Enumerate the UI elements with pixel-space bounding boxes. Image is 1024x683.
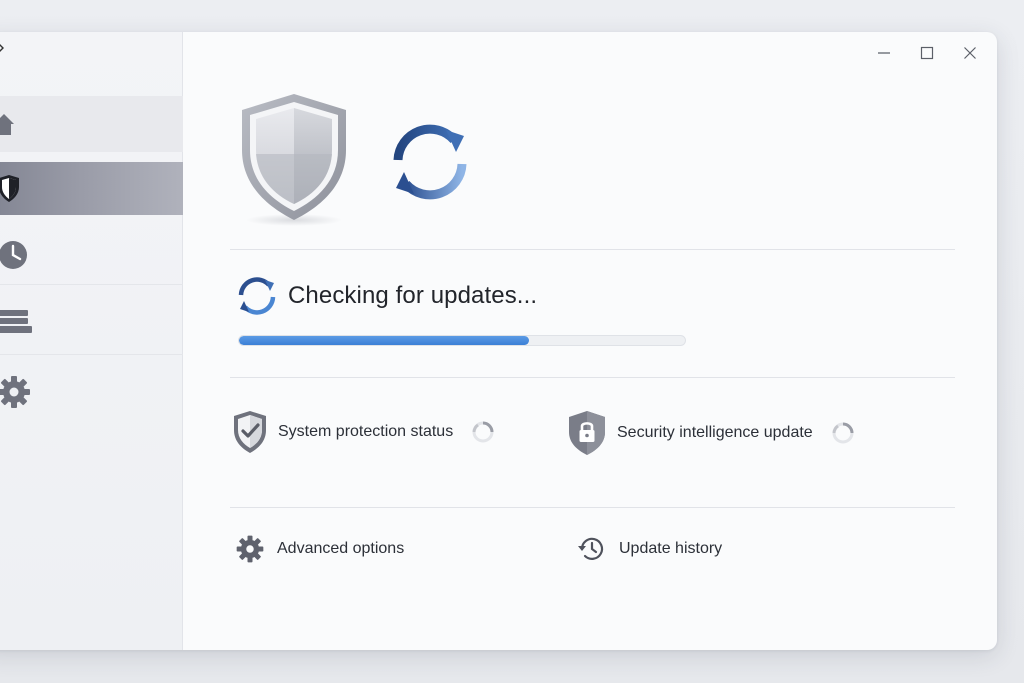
maximize-button[interactable] [919,45,935,61]
loading-spinner-icon [832,422,854,444]
divider [230,249,955,250]
sidebar-item-library[interactable] [0,289,183,355]
sync-icon [393,124,467,200]
minimize-button[interactable] [876,45,892,61]
sync-small-icon [238,277,276,315]
check-label: Security intelligence update [617,424,813,441]
shield-icon [0,174,19,202]
close-button[interactable] [962,45,978,61]
main-panel: Checking for updates... System protectio… [183,32,997,650]
gear-icon [236,535,264,563]
status-header: Checking for updates... [236,275,537,317]
app-window: Checking for updates... System protectio… [0,32,997,650]
sidebar-item-protection[interactable] [0,162,183,215]
link-label: Update history [619,540,723,557]
history-icon [578,537,604,560]
gear-icon [0,376,30,408]
hero-shield-icon [242,94,346,226]
sidebar-item-history[interactable] [0,225,183,285]
update-history-link[interactable]: Update history [577,534,722,564]
corner-glyph-icon [0,44,4,52]
library-icon [0,309,32,333]
shield-check-icon [234,411,266,453]
shield-lock-icon [569,411,605,455]
sidebar [0,32,183,650]
progress-bar [238,335,686,346]
sidebar-item-home[interactable] [0,96,183,152]
link-label: Advanced options [277,540,405,557]
advanced-options-link[interactable]: Advanced options [235,534,404,564]
divider [230,377,955,378]
check-label: System protection status [278,423,454,440]
sidebar-item-settings[interactable] [0,362,183,422]
progress-fill [239,336,529,345]
loading-spinner-icon [472,421,494,443]
status-title: Checking for updates... [288,282,538,309]
home-icon [0,114,14,135]
divider [230,507,955,508]
clock-icon [0,240,27,269]
check-security-intelligence: Security intelligence update [567,410,855,456]
check-system-protection: System protection status [232,410,495,454]
